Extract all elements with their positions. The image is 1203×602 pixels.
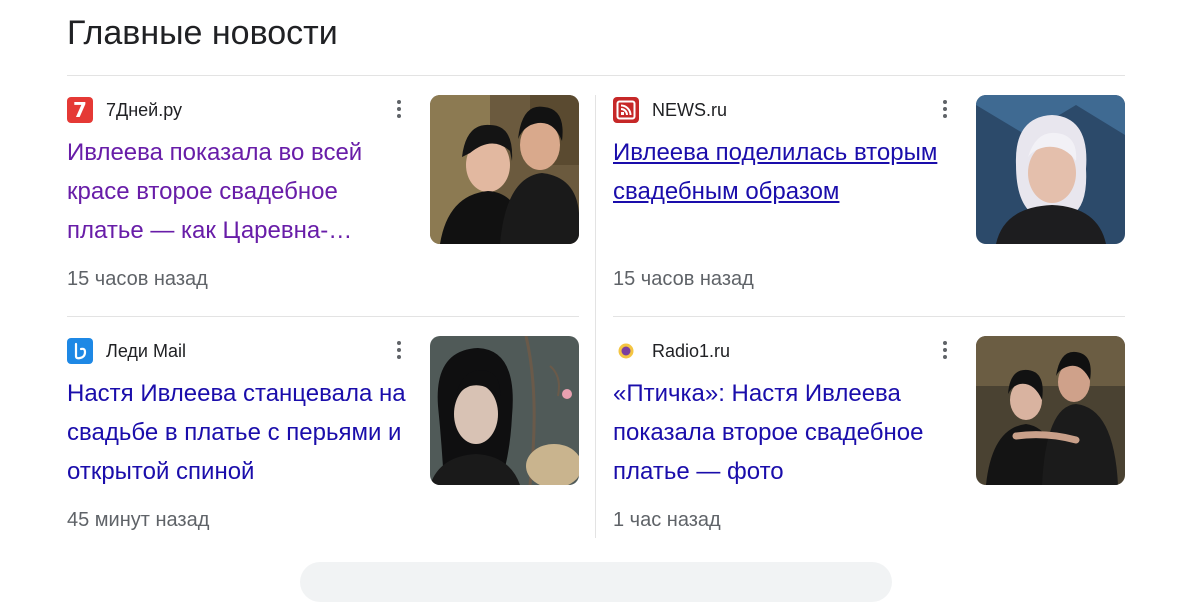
news-source[interactable]: NEWS.ru (613, 97, 727, 123)
article-headline[interactable]: Ивлеева показала во всей красе второе св… (67, 133, 407, 250)
more-news-button[interactable] (300, 562, 892, 602)
news-source[interactable]: Леди Mail (67, 338, 186, 364)
article-headline[interactable]: Ивлеева поделилась вторым свадебным обра… (613, 133, 953, 211)
blonde-woman-photo-icon (976, 95, 1125, 244)
couple-hugging-photo-icon (976, 336, 1125, 485)
couple-photo-icon (430, 95, 579, 244)
article-thumbnail[interactable] (430, 95, 579, 244)
7dney-logo-icon: 7 (67, 97, 93, 123)
article-thumbnail[interactable] (976, 336, 1125, 485)
news-card-4[interactable]: Radio1.ru «Птичка»: Настя Ивлеева показа… (613, 336, 1125, 546)
source-name: Леди Mail (106, 340, 186, 361)
more-options-icon[interactable] (931, 95, 959, 123)
more-options-icon[interactable] (931, 336, 959, 364)
article-time: 45 минут назад (67, 509, 210, 531)
more-options-icon[interactable] (385, 336, 413, 364)
article-thumbnail[interactable] (430, 336, 579, 485)
article-thumbnail[interactable] (976, 95, 1125, 244)
dark-haired-woman-photo-icon (430, 336, 579, 485)
source-name: 7Дней.ру (106, 99, 183, 120)
news-source[interactable]: 7 7Дней.ру (67, 97, 182, 123)
ledi-mail-logo-icon (67, 338, 93, 364)
news-source[interactable]: Radio1.ru (613, 338, 730, 364)
more-options-icon[interactable] (385, 95, 413, 123)
article-time: 15 часов назад (613, 268, 754, 290)
row-divider-left (67, 316, 579, 317)
article-time: 15 часов назад (67, 268, 208, 290)
column-divider (595, 95, 596, 538)
top-divider (67, 75, 1125, 76)
source-name: NEWS.ru (652, 99, 728, 120)
article-time: 1 час назад (613, 509, 721, 531)
radio1-logo-icon (613, 338, 639, 364)
newsru-logo-icon (613, 97, 639, 123)
article-headline[interactable]: «Птичка»: Настя Ивлеева показала второе … (613, 374, 953, 491)
section-title: Главные новости (67, 14, 338, 52)
news-card-2[interactable]: NEWS.ru Ивлеева поделилась вторым свадеб… (613, 95, 1125, 305)
article-headline[interactable]: Настя Ивлеева станцевала на свадьбе в пл… (67, 374, 407, 491)
news-card-1[interactable]: 7 7Дней.ру Ивлеева показала во всей крас… (67, 95, 579, 305)
row-divider-right (613, 316, 1125, 317)
source-name: Radio1.ru (652, 340, 731, 361)
news-card-3[interactable]: Леди Mail Настя Ивлеева станцевала на св… (67, 336, 579, 546)
